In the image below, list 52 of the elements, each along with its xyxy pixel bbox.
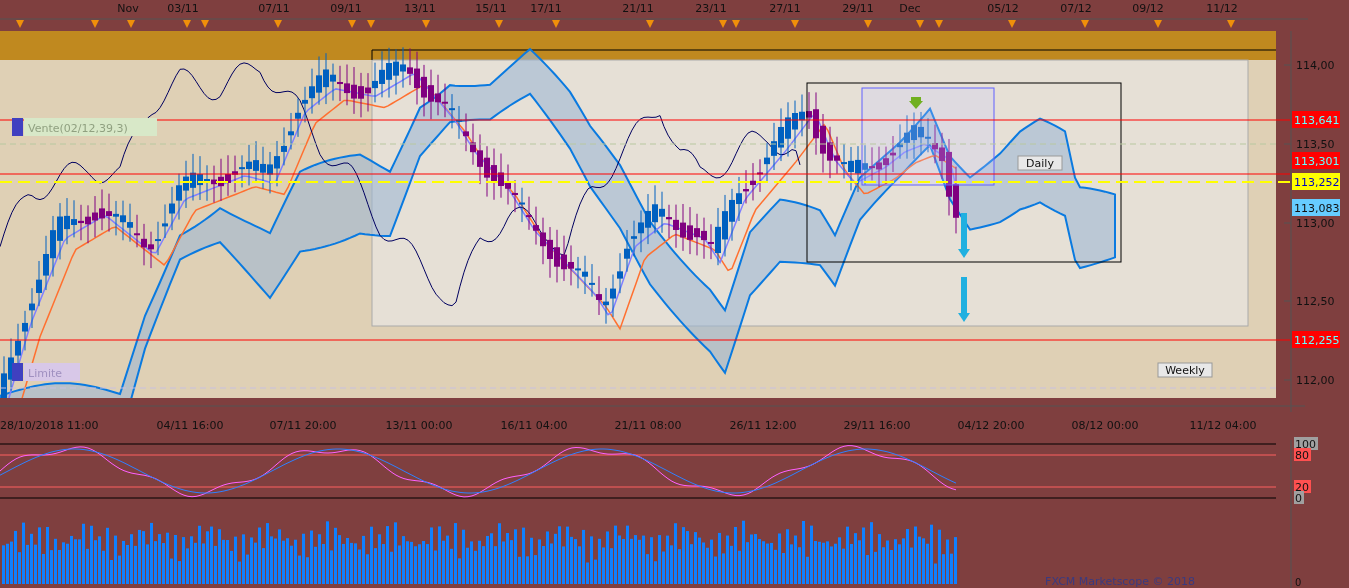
price-label: 113,00	[1296, 217, 1335, 230]
date-label: 29/11	[842, 2, 874, 15]
time-label: 28/10/2018 11:00	[0, 419, 99, 432]
date-label: 23/11	[695, 2, 727, 15]
copyright-text: FXCM Marketscope © 2018	[1045, 575, 1195, 588]
zone-label: Weekly	[1165, 364, 1205, 377]
price-marker-label: 112,255	[1294, 334, 1340, 347]
order-label: Vente(02/12,39,3)	[28, 122, 128, 135]
price-label: 112,00	[1296, 374, 1335, 387]
price-label: 112,50	[1296, 295, 1335, 308]
date-label: Dec	[899, 2, 921, 15]
time-label: 26/11 12:00	[729, 419, 797, 432]
time-label: 29/11 16:00	[843, 419, 911, 432]
level-label: 0	[1295, 492, 1302, 505]
date-label: 03/11	[167, 2, 199, 15]
date-label: 11/12	[1206, 2, 1238, 15]
time-label: 13/11 00:00	[385, 419, 453, 432]
down-arrow-icon	[958, 277, 970, 322]
date-label: Nov	[117, 2, 139, 15]
price-label: 113,50	[1296, 138, 1335, 151]
price-marker-label: 113,083	[1294, 202, 1340, 215]
date-label: 15/11	[475, 2, 507, 15]
date-label: 05/12	[987, 2, 1019, 15]
price-label: 114,00	[1296, 59, 1335, 72]
level-label: 20	[1295, 481, 1309, 494]
date-label: 21/11	[622, 2, 654, 15]
down-arrow-icon	[958, 213, 970, 258]
time-label: 16/11 04:00	[500, 419, 568, 432]
level-label: 100	[1295, 438, 1316, 451]
date-label: 07/12	[1060, 2, 1092, 15]
time-label: 11/12 04:00	[1189, 419, 1257, 432]
date-label: 07/11	[258, 2, 290, 15]
time-label: 04/12 20:00	[957, 419, 1025, 432]
volume-label: 0	[1295, 577, 1302, 588]
order-label: Limite	[28, 367, 63, 380]
level-label: 80	[1295, 449, 1309, 462]
price-marker-label: 113,641	[1294, 114, 1340, 127]
order-handle[interactable]	[12, 118, 23, 136]
order-handle[interactable]	[12, 363, 23, 381]
time-label: 04/11 16:00	[156, 419, 224, 432]
time-label: 08/12 00:00	[1071, 419, 1139, 432]
date-label: 09/12	[1132, 2, 1164, 15]
time-label: 21/11 08:00	[614, 419, 682, 432]
time-label: 07/11 20:00	[269, 419, 337, 432]
price-marker-label: 113,252	[1294, 176, 1340, 189]
date-label: 09/11	[330, 2, 362, 15]
down-arrow-icon	[909, 97, 923, 109]
zone-label: Daily	[1026, 157, 1054, 170]
date-label: 13/11	[404, 2, 436, 15]
price-marker-label: 113,301	[1294, 155, 1340, 168]
date-label: 27/11	[769, 2, 801, 15]
date-label: 17/11	[530, 2, 562, 15]
